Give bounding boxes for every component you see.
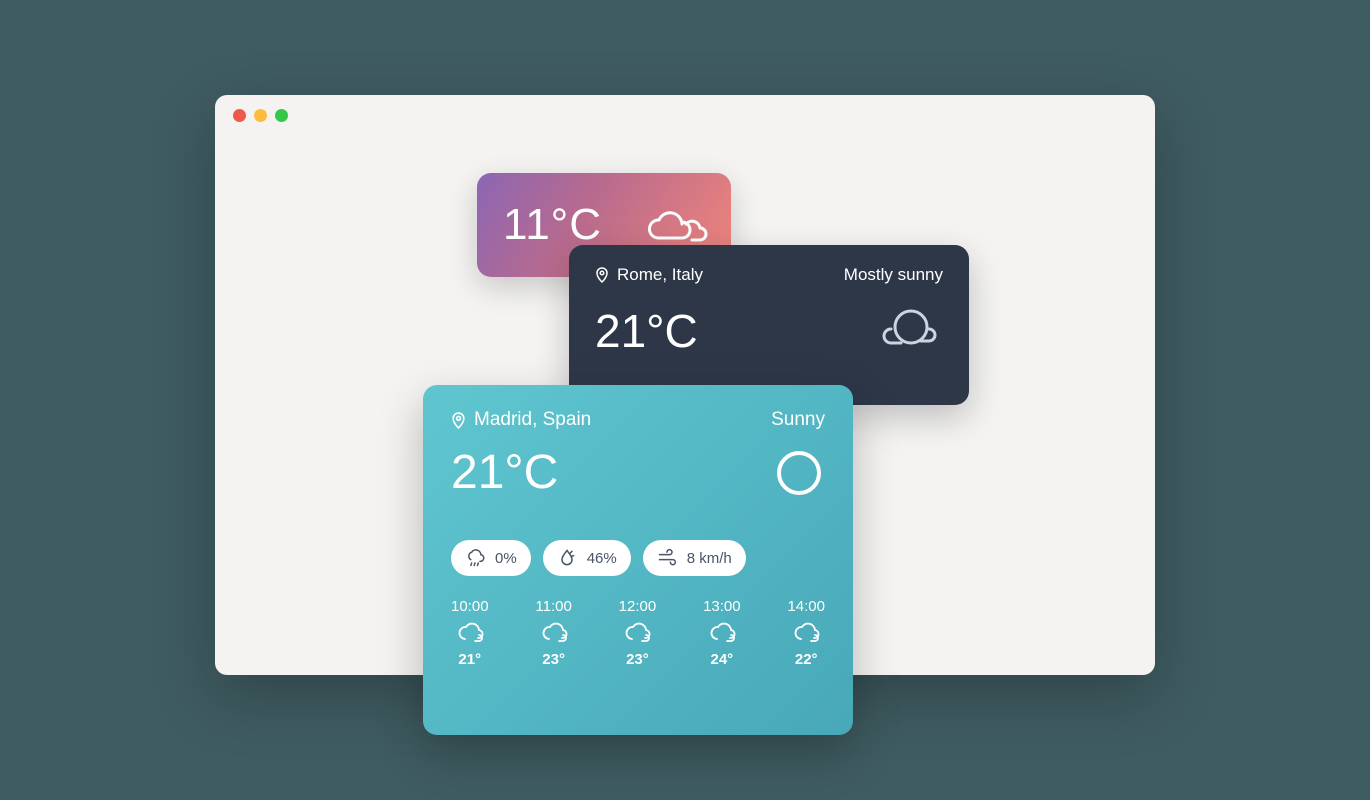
temperature-value: 21°C (595, 304, 698, 358)
cloudy-icon (707, 621, 737, 645)
temperature-value: 11°C (503, 200, 602, 250)
minimize-window-button[interactable] (254, 109, 267, 122)
hour-temp: 23° (542, 651, 565, 668)
humidity-value: 46% (587, 550, 617, 567)
weather-widget-medium[interactable]: Rome, Italy Mostly sunny 21°C (569, 245, 969, 405)
hour-time: 11:00 (535, 598, 571, 615)
hour-item: 10:00 21° (451, 598, 489, 668)
pin-icon (595, 267, 609, 283)
wind-pill: 8 km/h (643, 540, 746, 576)
app-window: 11°C Rome, Italy Mostly sunny 21° (215, 95, 1155, 675)
hour-time: 10:00 (451, 598, 489, 615)
location-label: Rome, Italy (595, 265, 703, 285)
rain-icon (465, 548, 485, 568)
humidity-icon (557, 548, 577, 568)
weather-widget-large[interactable]: Madrid, Spain Sunny 21°C 0% (423, 385, 853, 735)
hour-temp: 22° (795, 651, 818, 668)
wind-value: 8 km/h (687, 550, 732, 567)
cloudy-icon (622, 621, 652, 645)
hour-item: 11:00 23° (535, 598, 571, 668)
temperature-value: 21°C (451, 445, 558, 500)
humidity-pill: 46% (543, 540, 631, 576)
hourly-forecast: 10:00 21° 11:00 23° 12:00 23° 13:00 24° … (451, 598, 825, 668)
cloudy-icon (455, 621, 485, 645)
hour-temp: 24° (710, 651, 733, 668)
pin-icon (451, 412, 466, 429)
wind-icon (657, 548, 677, 568)
precipitation-value: 0% (495, 550, 517, 567)
cloudy-icon (539, 621, 569, 645)
hour-temp: 23° (626, 651, 649, 668)
hour-item: 12:00 23° (619, 598, 657, 668)
hour-time: 12:00 (619, 598, 657, 615)
condition-text: Mostly sunny (844, 265, 943, 285)
hour-time: 14:00 (787, 598, 825, 615)
window-title-bar (215, 95, 1155, 135)
condition-text: Sunny (771, 409, 825, 431)
partly-cloudy-icon (873, 303, 943, 359)
maximize-window-button[interactable] (275, 109, 288, 122)
hour-item: 14:00 22° (787, 598, 825, 668)
cloudy-icon (791, 621, 821, 645)
sun-icon (773, 447, 825, 499)
close-window-button[interactable] (233, 109, 246, 122)
location-text: Madrid, Spain (474, 409, 591, 431)
hour-temp: 21° (458, 651, 481, 668)
location-label: Madrid, Spain (451, 409, 591, 431)
precipitation-pill: 0% (451, 540, 531, 576)
hour-item: 13:00 24° (703, 598, 741, 668)
location-text: Rome, Italy (617, 265, 703, 285)
metrics-row: 0% 46% 8 km/h (451, 540, 825, 576)
hour-time: 13:00 (703, 598, 741, 615)
